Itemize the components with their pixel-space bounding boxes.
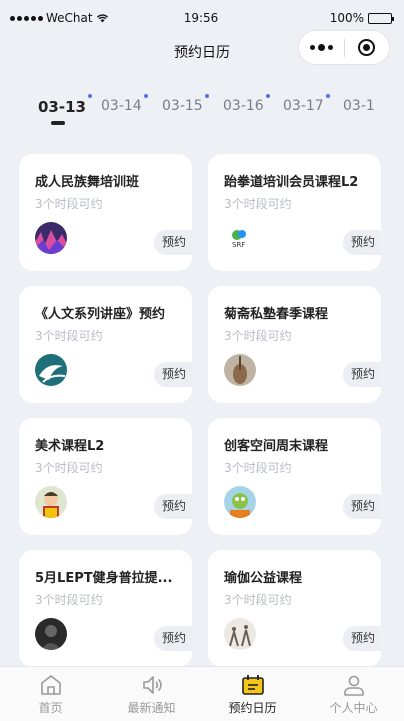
- status-time: 19:56: [183, 11, 219, 25]
- available-slots: 3个时段可约: [224, 329, 292, 343]
- course-title: 瑜伽公益课程: [224, 571, 303, 586]
- availability-dot: [265, 94, 270, 98]
- status-right: 100%: [272, 11, 394, 25]
- availability-dot: [204, 94, 209, 98]
- course-card[interactable]: 菊斋私塾春季课程 3个时段可约预约: [208, 286, 381, 403]
- target-circle-icon: [358, 39, 376, 56]
- calendar-icon: [241, 675, 264, 695]
- course-thumbnail: [35, 618, 67, 650]
- battery-percent: 100%: [329, 11, 364, 25]
- status-left: WeChat: [10, 11, 130, 25]
- availability-dot: [143, 94, 148, 98]
- more-menu-icon[interactable]: [299, 43, 344, 51]
- book-button[interactable]: 预约: [343, 626, 381, 651]
- course-card[interactable]: 瑜伽公益课程 3个时段可约预约: [208, 550, 381, 667]
- speaker-icon: [142, 676, 162, 694]
- course-thumbnail: [35, 354, 67, 386]
- course-card[interactable]: 创客空间周末课程 3个时段可约预约: [208, 418, 381, 535]
- course-title: 美术课程L2: [35, 439, 105, 454]
- course-thumbnail: [224, 354, 256, 386]
- book-button[interactable]: 预约: [343, 362, 381, 387]
- date-tab-label: 03-15: [162, 98, 203, 114]
- available-slots: 3个时段可约: [35, 197, 103, 211]
- course-title: 菊斋私塾春季课程: [224, 307, 329, 322]
- available-slots: 3个时段可约: [35, 593, 103, 607]
- active-date-indicator: [51, 121, 65, 125]
- availability-dot: [87, 94, 92, 98]
- date-tab[interactable]: 03-15: [162, 94, 209, 114]
- mini-program-capsule: [298, 30, 390, 65]
- book-button[interactable]: 预约: [343, 230, 381, 255]
- wifi-icon: [96, 14, 108, 23]
- course-thumbnail: [35, 486, 67, 518]
- date-tab[interactable]: 03-1: [343, 98, 375, 114]
- available-slots: 3个时段可约: [224, 461, 292, 475]
- course-title: 跆拳道培训会员课程L2: [224, 175, 359, 190]
- course-card[interactable]: 成人民族舞培训班 3个时段可约预约: [19, 154, 192, 271]
- available-slots: 3个时段可约: [224, 593, 292, 607]
- availability-dot: [325, 94, 330, 98]
- nav-bar: 预约日历: [0, 30, 404, 68]
- tab-home[interactable]: 首页: [0, 667, 101, 721]
- date-tab-label: 03-1: [343, 98, 375, 114]
- tab-profile-label: 个人中心: [329, 701, 378, 715]
- tab-bar: 首页 最新通知 预约日历 个人中心: [0, 666, 404, 721]
- course-thumbnail: [224, 486, 256, 518]
- course-card[interactable]: 5月LEPT健身普拉提... 3个时段可约预约: [19, 550, 192, 667]
- tab-home-label: 首页: [38, 701, 63, 715]
- date-tab-label: 03-16: [223, 98, 264, 114]
- tab-calendar[interactable]: 预约日历: [202, 667, 303, 721]
- signal-icon: [10, 15, 43, 21]
- carrier-label: WeChat: [46, 11, 93, 25]
- tab-calendar-label: 预约日历: [228, 701, 277, 715]
- course-title: 《人文系列讲座》预约: [35, 307, 166, 322]
- date-tab[interactable]: 03-14: [101, 94, 148, 114]
- book-button[interactable]: 预约: [154, 494, 192, 519]
- course-title: 创客空间周末课程: [224, 439, 329, 454]
- available-slots: 3个时段可约: [35, 329, 103, 343]
- book-button[interactable]: 预约: [154, 230, 192, 255]
- date-tab[interactable]: 03-13: [38, 94, 92, 116]
- available-slots: 3个时段可约: [35, 461, 103, 475]
- svg-text:SRF: SRF: [232, 241, 245, 249]
- tab-profile[interactable]: 个人中心: [303, 667, 404, 721]
- book-button[interactable]: 预约: [154, 362, 192, 387]
- close-mini-program-button[interactable]: [345, 39, 389, 56]
- book-button[interactable]: 预约: [154, 626, 192, 651]
- book-button[interactable]: 预约: [343, 494, 381, 519]
- date-tab[interactable]: 03-16: [223, 94, 270, 114]
- date-tab-label: 03-14: [101, 98, 142, 114]
- course-thumbnail: [224, 618, 256, 650]
- available-slots: 3个时段可约: [224, 197, 292, 211]
- tab-notifications[interactable]: 最新通知: [101, 667, 202, 721]
- person-icon: [343, 675, 364, 696]
- course-title: 成人民族舞培训班: [35, 175, 140, 190]
- date-tab[interactable]: 03-17: [283, 94, 330, 114]
- home-icon: [40, 675, 61, 695]
- course-card[interactable]: 《人文系列讲座》预约 3个时段可约预约: [19, 286, 192, 403]
- date-tab-label: 03-17: [283, 98, 324, 114]
- course-card[interactable]: 美术课程L2 3个时段可约预约: [19, 418, 192, 535]
- tab-notifications-label: 最新通知: [127, 701, 176, 715]
- date-tabs: 03-13 03-14 03-15 03-16 03-17 03-1: [0, 92, 404, 132]
- date-tab-label: 03-13: [38, 98, 86, 116]
- course-card[interactable]: 跆拳道培训会员课程L2 3个时段可约 SRF 预约: [208, 154, 381, 271]
- course-thumbnail: SRF: [224, 222, 256, 254]
- course-thumbnail: [35, 222, 67, 254]
- battery-icon: [368, 12, 394, 24]
- course-title: 5月LEPT健身普拉提...: [35, 571, 173, 586]
